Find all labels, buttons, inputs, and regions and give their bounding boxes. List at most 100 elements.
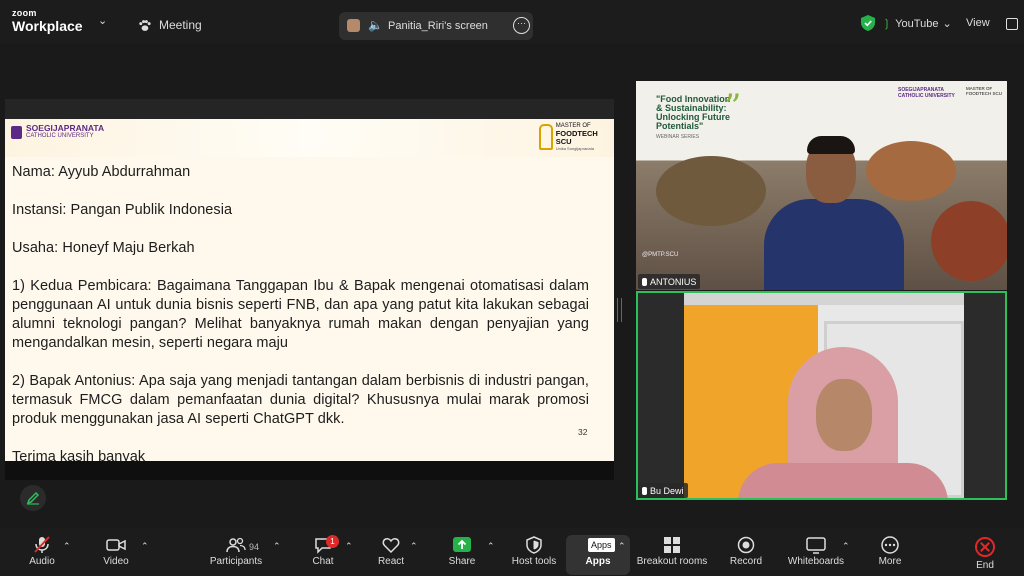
view-grid-icon[interactable]: [1006, 18, 1018, 30]
livestream-status[interactable]: ❳ YouTube ⌄: [882, 17, 952, 31]
slide-question-1: 1) Kedua Pembicara: Bagaimana Tanggapan …: [12, 278, 589, 351]
video-label: Video: [103, 556, 129, 567]
sharer-avatar: [347, 19, 360, 32]
participant-name: Bu Dewi: [650, 485, 684, 496]
shield-icon: [526, 536, 542, 554]
more-options-icon[interactable]: ⋯: [513, 17, 530, 34]
end-button[interactable]: End: [970, 530, 1000, 571]
participant-hair: [807, 136, 855, 154]
audio-button[interactable]: Audio: [22, 530, 62, 567]
share-label: Share: [448, 556, 476, 567]
scu-logo: SOEGIJAPRANATA CATHOLIC UNIVERSITY: [11, 124, 104, 140]
slide-top-bar: [5, 99, 614, 119]
participant-name-label: ANTONIUS: [638, 274, 701, 289]
record-button[interactable]: Record: [726, 530, 766, 567]
letterbox-left: [638, 293, 684, 498]
audio-label: Audio: [29, 556, 55, 567]
zoom-brand[interactable]: zoom Workplace: [12, 8, 83, 34]
livestream-label: YouTube: [895, 17, 939, 30]
participant-count: 94: [249, 542, 260, 552]
share-button[interactable]: Share: [447, 530, 477, 567]
chat-label: Chat: [312, 556, 334, 567]
meeting-label: Meeting: [159, 18, 202, 32]
host-tools-label: Host tools: [511, 556, 557, 567]
pencil-icon: [26, 491, 40, 505]
react-options-caret[interactable]: ⌃: [410, 541, 418, 552]
slide-page-number: 32: [578, 427, 588, 437]
audio-options-caret[interactable]: ⌃: [63, 541, 71, 552]
splitter-handle[interactable]: [617, 298, 622, 322]
background-handle: @PMTP.SCU: [642, 252, 679, 258]
scu-logo-mark: [11, 125, 22, 139]
participant-tile-bu-dewi[interactable]: [636, 291, 1007, 500]
participant-body: [738, 463, 948, 498]
whiteboard-icon: [806, 537, 826, 554]
slide-body: Nama: Ayyub Abdurrahman Instansi: Pangan…: [12, 163, 589, 461]
react-button[interactable]: React: [376, 530, 406, 567]
ceiling: [684, 293, 964, 305]
slide-thanks-line: Terima kasih banyak: [12, 449, 146, 461]
react-label: React: [377, 556, 405, 567]
shield-check-icon[interactable]: [861, 15, 875, 31]
whiteboards-options-caret[interactable]: ⌃: [842, 541, 850, 552]
slide-name-line: Nama: Ayyub Abdurrahman: [12, 164, 191, 180]
food-plate-image: [656, 156, 766, 226]
whiteboards-label: Whiteboards: [787, 556, 845, 567]
mic-muted-icon: [642, 277, 647, 286]
presentation-slide: SOEGIJAPRANATA CATHOLIC UNIVERSITY MASTE…: [5, 119, 614, 461]
mic-icon: [642, 486, 647, 495]
participant-name: ANTONIUS: [650, 276, 697, 287]
mic-off-icon: [34, 536, 50, 553]
view-button[interactable]: View: [966, 17, 990, 29]
video-camera-icon: [106, 539, 126, 551]
speaker-icon[interactable]: 🔈: [368, 18, 383, 32]
slide-institution-line: Instansi: Pangan Publik Indonesia: [12, 202, 233, 218]
end-call-icon: [975, 537, 995, 557]
screen-share-indicator[interactable]: 🔈 Panitia_Riri's screen ⋯: [339, 12, 533, 40]
apps-label: Apps: [585, 556, 611, 567]
chat-options-caret[interactable]: ⌃: [345, 541, 353, 552]
record-label: Record: [729, 556, 763, 567]
more-button[interactable]: More: [874, 530, 906, 567]
participant-tile-antonius[interactable]: "Food Innovation & Sustainability: Unloc…: [636, 81, 1007, 290]
more-label: More: [878, 556, 902, 567]
chevron-down-icon: ⌄: [942, 18, 952, 30]
participants-options-caret[interactable]: ⌃: [273, 541, 281, 552]
scu-logo-line2: CATHOLIC UNIVERSITY: [26, 133, 94, 139]
paw-icon: [139, 19, 151, 31]
video-button[interactable]: Video: [96, 530, 136, 567]
annotate-button[interactable]: [20, 485, 46, 511]
video-options-caret[interactable]: ⌃: [141, 541, 149, 552]
share-label: Panitia_Riri's screen: [388, 20, 488, 32]
chat-unread-badge: 1: [326, 535, 339, 548]
participant-body: [764, 199, 904, 290]
breakout-rooms-button[interactable]: Breakout rooms: [635, 530, 709, 567]
live-signal-icon: ❳: [882, 18, 892, 30]
breakout-rooms-icon: [664, 537, 680, 553]
foodtech-logo-line2: FOODTECH SCU: [555, 129, 598, 146]
foodtech-logo-mark: [539, 124, 553, 150]
brand-large: Workplace: [12, 18, 83, 34]
more-icon: [881, 536, 899, 554]
webinar-title-text: "Food Innovation & Sustainability: Unloc…: [656, 94, 731, 131]
food-plate-image: [866, 141, 956, 201]
webinar-series-label: WEBINAR SERIES: [656, 134, 700, 140]
host-tools-button[interactable]: Host tools: [508, 530, 560, 567]
shared-screen: SOEGIJAPRANATA CATHOLIC UNIVERSITY MASTE…: [5, 99, 614, 480]
apps-tooltip: Apps: [588, 538, 615, 552]
apps-options-caret[interactable]: ⌃: [618, 541, 626, 552]
end-label: End: [976, 560, 994, 571]
chevron-down-icon[interactable]: ⌄: [98, 14, 107, 27]
brand-small: zoom: [12, 8, 37, 18]
slide-business-line: Usaha: Honeyf Maju Berkah: [12, 240, 195, 256]
meeting-info-button[interactable]: Meeting: [138, 18, 202, 32]
scu-logo-line1: SOEGIJAPRANATA: [26, 123, 105, 133]
foodtech-logo-line3: Unika Soegijapranata: [555, 146, 594, 151]
background-logo-scu: SOEGIJAPRANATA CATHOLIC UNIVERSITY: [898, 87, 955, 99]
whiteboards-button[interactable]: Whiteboards: [786, 530, 846, 567]
background-logo-foodtech: MASTER OF FOODTECH SCU: [966, 86, 1002, 96]
slide-question-2: 2) Bapak Antonius: Apa saja yang menjadi…: [12, 373, 589, 427]
share-options-caret[interactable]: ⌃: [487, 541, 495, 552]
participant-face: [816, 379, 872, 451]
participants-icon: [226, 537, 246, 553]
